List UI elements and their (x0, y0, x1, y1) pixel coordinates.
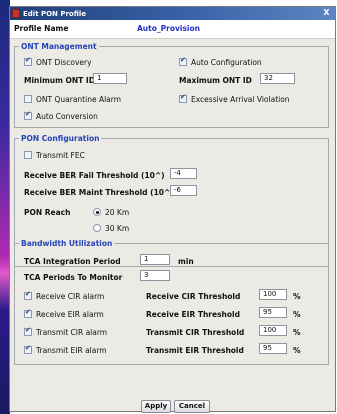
ber-fail-threshold-label: Receive BER Fail Threshold (10^) (24, 171, 165, 180)
transmit-eir-threshold-input[interactable]: 95 (259, 343, 287, 354)
tca-integration-input[interactable]: 1 (140, 254, 170, 265)
ont-quarantine-alarm-checkbox[interactable] (24, 95, 32, 103)
auto-conversion-label: Auto Conversion (36, 112, 98, 121)
pon-reach-label: PON Reach (24, 208, 71, 217)
min-ont-id-input[interactable]: 1 (93, 73, 127, 84)
tca-integration-unit: min (178, 257, 194, 266)
receive-cir-threshold-label: Receive CIR Threshold (146, 292, 241, 301)
transmit-fec-label: Transmit FEC (36, 151, 85, 160)
transmit-eir-threshold-label: Transmit EIR Threshold (146, 346, 244, 355)
ont-discovery-checkbox[interactable] (24, 56, 32, 66)
receive-eir-unit: % (293, 310, 301, 319)
pon-reach-20km-label: 20 Km (105, 208, 130, 217)
transmit-cir-alarm-checkbox[interactable] (24, 326, 32, 336)
ont-discovery-label: ONT Discovery (36, 58, 92, 67)
ont-quarantine-alarm-label: ONT Quarantine Alarm (36, 95, 122, 104)
tca-integration-label: TCA Integration Period (24, 257, 121, 266)
pon-reach-30km-radio[interactable] (93, 224, 101, 232)
ber-maint-threshold-label: Receive BER Maint Threshold (10^) (24, 188, 174, 197)
min-ont-id-label: Minimum ONT ID (24, 76, 95, 85)
receive-cir-threshold-input[interactable]: 100 (259, 289, 287, 300)
close-icon[interactable]: X (322, 8, 331, 17)
tca-periods-input[interactable]: 3 (140, 270, 170, 281)
pon-reach-30km-label: 30 Km (105, 224, 130, 233)
transmit-cir-threshold-label: Transmit CIR Threshold (146, 328, 245, 337)
ont-management-legend: ONT Management (21, 42, 97, 51)
transmit-cir-alarm-label: Transmit CIR alarm (36, 328, 108, 337)
excessive-arrival-violation-checkbox[interactable] (179, 93, 187, 103)
auto-configuration-label: Auto Configuration (191, 58, 262, 67)
ber-maint-threshold-input[interactable]: -6 (170, 185, 197, 196)
profile-name-label: Profile Name (14, 24, 69, 33)
excessive-arrival-violation-label: Excessive Arrival Violation (191, 95, 290, 104)
cancel-button[interactable]: Cancel (174, 400, 210, 413)
receive-cir-unit: % (293, 292, 301, 301)
pon-configuration-legend: PON Configuration (21, 134, 100, 143)
receive-eir-alarm-label: Receive EIR alarm (36, 310, 104, 319)
receive-cir-alarm-label: Receive CIR alarm (36, 292, 105, 301)
profile-header: Profile Name Auto_Provision (10, 20, 335, 39)
apply-button[interactable]: Apply (141, 400, 171, 413)
transmit-fec-checkbox[interactable] (24, 151, 32, 159)
max-ont-id-input[interactable]: 32 (260, 73, 295, 84)
transmit-cir-threshold-input[interactable]: 100 (259, 325, 287, 336)
window-title: Edit PON Profile (23, 9, 87, 18)
receive-cir-alarm-checkbox[interactable] (24, 290, 32, 300)
auto-configuration-checkbox[interactable] (179, 56, 187, 66)
max-ont-id-label: Maximum ONT ID (179, 76, 252, 85)
profile-name-value: Auto_Provision (137, 24, 200, 33)
auto-conversion-checkbox[interactable] (24, 110, 32, 120)
receive-eir-alarm-checkbox[interactable] (24, 308, 32, 318)
tca-periods-label: TCA Periods To Monitor (24, 273, 123, 282)
transmit-cir-unit: % (293, 328, 301, 337)
transmit-eir-alarm-checkbox[interactable] (24, 344, 32, 354)
transmit-eir-unit: % (293, 346, 301, 355)
pon-reach-20km-radio[interactable] (93, 208, 101, 216)
title-bar[interactable]: Edit PON Profile X (10, 7, 335, 20)
app-icon (12, 9, 20, 18)
edit-pon-profile-dialog: Edit PON Profile X Profile Name Auto_Pro… (9, 6, 336, 413)
receive-eir-threshold-input[interactable]: 95 (259, 307, 287, 318)
receive-eir-threshold-label: Receive EIR Threshold (146, 310, 240, 319)
transmit-eir-alarm-label: Transmit EIR alarm (36, 346, 107, 355)
bandwidth-utilization-legend: Bandwidth Utilization (21, 239, 113, 248)
ber-fail-threshold-input[interactable]: -4 (170, 168, 197, 179)
